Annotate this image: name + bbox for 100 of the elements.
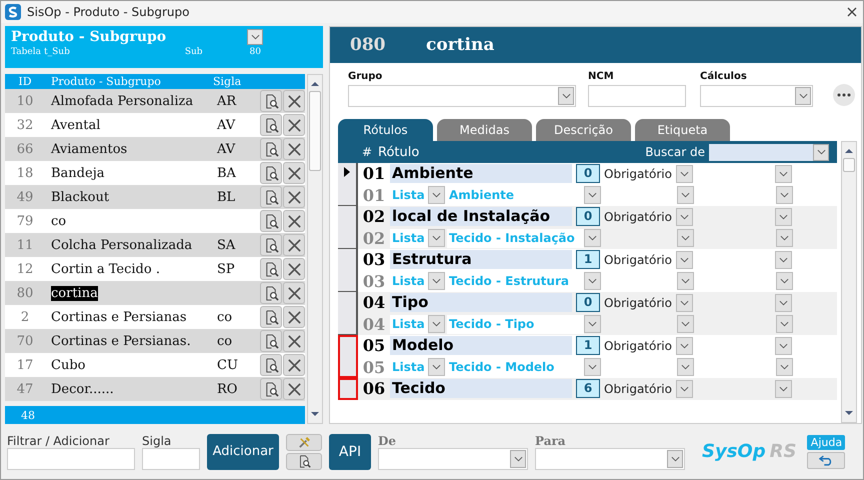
delete-button[interactable] (283, 282, 305, 304)
scroll-down-icon[interactable] (310, 411, 320, 417)
view-button[interactable] (260, 258, 282, 280)
view-button[interactable] (260, 138, 282, 160)
label-field[interactable]: Tecido (390, 379, 572, 398)
count-field[interactable]: 0 (576, 164, 600, 184)
search-combo[interactable] (709, 144, 829, 160)
dropdown-button[interactable] (775, 164, 792, 183)
list-row[interactable]: 66 Aviamentos AV (5, 137, 306, 161)
dropdown-button[interactable] (428, 315, 445, 334)
dropdown-button[interactable] (776, 229, 793, 248)
delete-button[interactable] (283, 378, 305, 400)
list-row[interactable]: 10 Almofada Personaliza AR (5, 89, 306, 113)
dropdown-button[interactable] (676, 208, 693, 226)
dropdown-button[interactable] (776, 358, 793, 376)
row-selector[interactable] (338, 249, 358, 292)
list-row[interactable]: 49 Blackout BL (5, 185, 306, 209)
dropdown-button[interactable] (584, 229, 601, 248)
dropdown-button[interactable] (584, 272, 601, 290)
dropdown-button[interactable] (775, 250, 792, 269)
list-row[interactable]: 11 Colcha Personalizada SA (5, 233, 306, 257)
view-button[interactable] (260, 282, 282, 304)
list-row[interactable]: 32 Avental AV (5, 113, 306, 137)
dropdown-button[interactable] (677, 229, 694, 248)
scrollbar[interactable] (307, 74, 323, 424)
list-row[interactable]: 70 Cortinas e Persianas. co (5, 329, 306, 353)
add-button[interactable]: Adicionar (207, 434, 279, 470)
list-row[interactable]: 80 cortina (5, 281, 306, 305)
dropdown-button[interactable] (775, 336, 792, 355)
scrollbar[interactable] (841, 141, 857, 423)
row-selector[interactable] (338, 163, 358, 206)
dropdown-button[interactable] (247, 29, 263, 45)
delete-button[interactable] (283, 234, 305, 256)
tab[interactable]: Descrição (536, 119, 631, 141)
view-button[interactable] (260, 162, 282, 184)
scroll-up-icon[interactable] (310, 81, 320, 87)
view-button[interactable] (286, 452, 322, 470)
delete-button[interactable] (283, 306, 305, 328)
dropdown-button[interactable] (677, 315, 694, 334)
label-field[interactable]: local de Instalação (390, 207, 572, 226)
count-field[interactable]: 6 (576, 379, 600, 398)
input-field[interactable] (588, 85, 686, 107)
count-field[interactable]: 0 (576, 207, 600, 226)
list-row[interactable]: 79 co (5, 209, 306, 233)
scroll-down-icon[interactable] (844, 410, 854, 416)
scroll-up-icon[interactable] (844, 148, 854, 154)
dropdown-button[interactable] (677, 272, 694, 290)
tab[interactable]: Rótulos (338, 119, 433, 141)
view-button[interactable] (260, 306, 282, 328)
api-button[interactable]: API (329, 434, 371, 470)
dropdown-button[interactable] (677, 186, 694, 204)
list-row[interactable]: 18 Bandeja BA (5, 161, 306, 185)
delete-button[interactable] (283, 186, 305, 208)
dropdown-button[interactable] (775, 208, 792, 226)
delete-button[interactable] (283, 138, 305, 160)
list-row[interactable]: 17 Cubo CU (5, 353, 306, 377)
dropdown-button[interactable] (428, 272, 445, 290)
dropdown-button[interactable] (776, 272, 793, 290)
dropdown-button[interactable] (584, 186, 601, 204)
dropdown-button[interactable] (676, 250, 693, 269)
dropdown-button[interactable] (428, 229, 445, 248)
row-selector[interactable] (338, 206, 358, 249)
delete-button[interactable] (283, 258, 305, 280)
dropdown-button[interactable] (775, 294, 792, 312)
label-field[interactable]: Modelo (390, 336, 572, 356)
close-icon[interactable] (847, 7, 857, 17)
view-button[interactable] (260, 330, 282, 352)
view-button[interactable] (260, 234, 282, 256)
combo-field[interactable] (348, 85, 576, 107)
label-field[interactable]: Estrutura (390, 250, 572, 270)
dropdown-button[interactable] (676, 380, 693, 398)
delete-button[interactable] (283, 90, 305, 112)
view-button[interactable] (260, 186, 282, 208)
filter-field[interactable] (7, 448, 135, 470)
tab[interactable]: Medidas (437, 119, 532, 141)
list-row[interactable]: 12 Cortin a Tecido . SP (5, 257, 306, 281)
list-row[interactable]: 2 Cortinas e Persianas co (5, 305, 306, 329)
sigla-field[interactable] (142, 448, 200, 470)
delete-button[interactable] (283, 354, 305, 376)
dropdown-button[interactable] (584, 315, 601, 334)
scroll-thumb[interactable] (309, 91, 322, 171)
view-button[interactable] (260, 378, 282, 400)
tab[interactable]: Etiqueta (635, 119, 730, 141)
view-button[interactable] (260, 90, 282, 112)
dropdown-button[interactable] (428, 186, 445, 204)
row-selector[interactable] (338, 292, 358, 335)
count-field[interactable]: 0 (576, 293, 600, 312)
delete-button[interactable] (283, 162, 305, 184)
count-field[interactable]: 1 (576, 250, 600, 270)
view-button[interactable] (260, 354, 282, 376)
dropdown-button[interactable] (776, 186, 793, 204)
delete-button[interactable] (283, 210, 305, 232)
dropdown-button[interactable] (776, 315, 793, 334)
list-row[interactable]: 47 Decor...... RO (5, 377, 306, 401)
dropdown-button[interactable] (584, 358, 601, 376)
dropdown-button[interactable] (676, 336, 693, 355)
dropdown-button[interactable] (677, 358, 694, 376)
dropdown-button[interactable] (676, 294, 693, 312)
view-button[interactable] (260, 114, 282, 136)
label-field[interactable]: Ambiente (390, 164, 572, 184)
